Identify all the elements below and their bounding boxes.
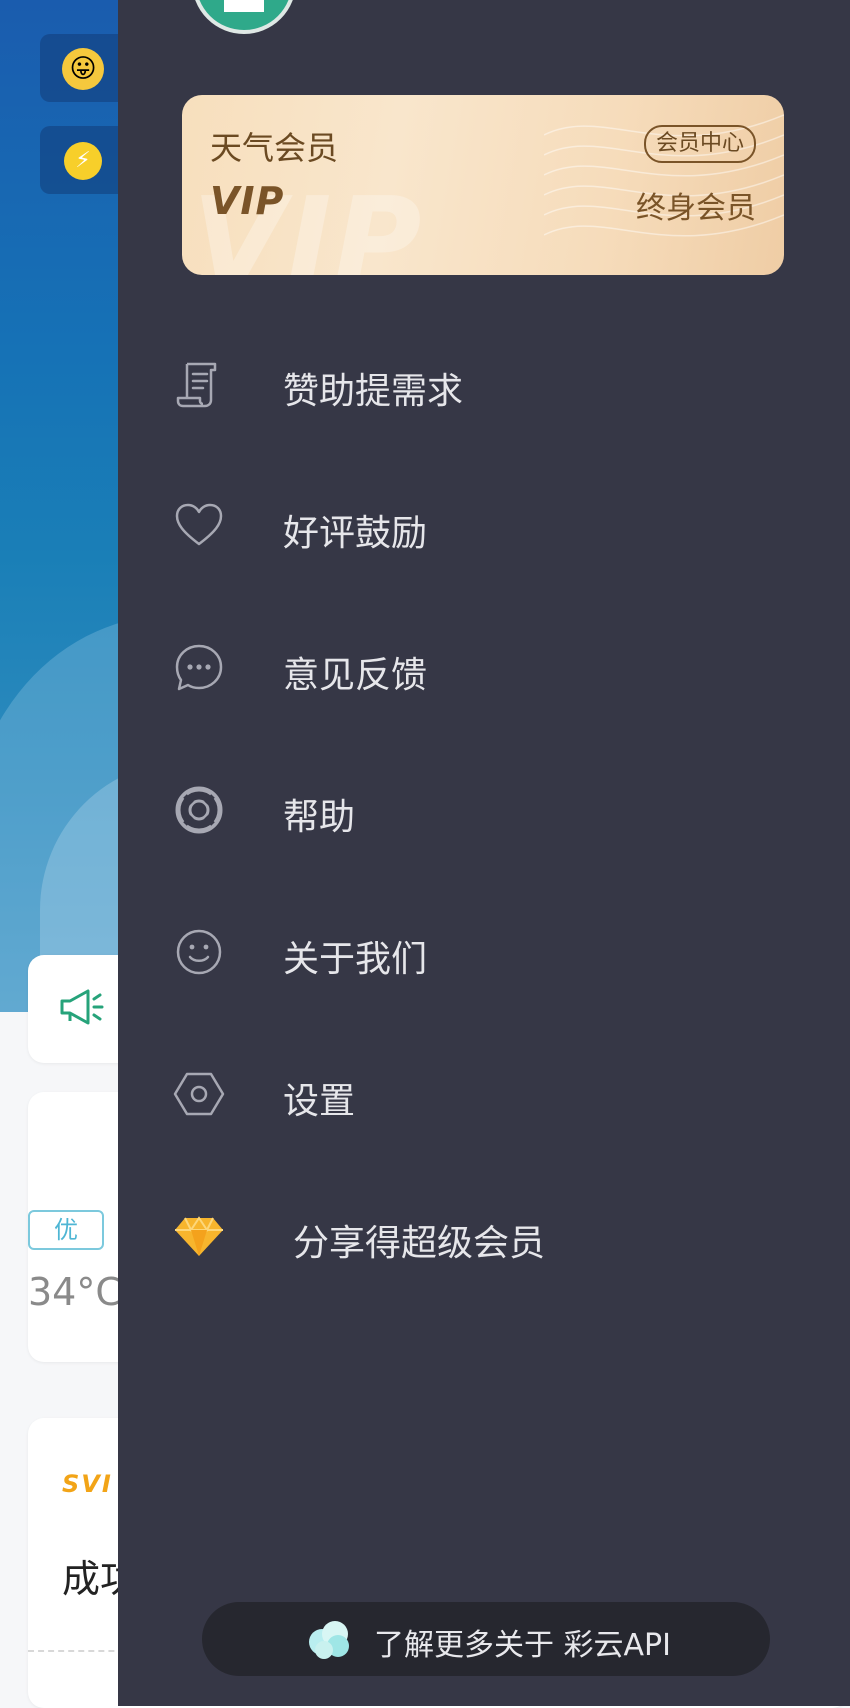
menu-item-label: 关于我们 — [283, 939, 428, 980]
lifebuoy-icon — [175, 786, 223, 834]
menu-item-about[interactable]: 关于我们 — [173, 912, 773, 992]
avatar[interactable] — [192, 0, 296, 34]
menu-item-label: 意见反馈 — [283, 655, 428, 696]
side-drawer: VIP 天气会员 VIP 会员中心 终身会员 赞助提需求 好评鼓励 意见反馈 帮… — [118, 0, 850, 1706]
heart-icon — [175, 503, 223, 546]
megaphone-icon — [60, 989, 104, 1025]
hexagon-gear-icon — [173, 1072, 225, 1116]
vip-logo: VIP — [210, 179, 285, 223]
aqi-badge: 优 — [28, 1210, 104, 1250]
receipt-icon — [176, 362, 217, 408]
avatar-figure — [224, 0, 264, 12]
vip-card[interactable]: VIP 天气会员 VIP 会员中心 终身会员 — [182, 95, 784, 275]
diamond-icon — [175, 1216, 223, 1256]
vip-title: 天气会员 — [210, 129, 339, 167]
caiyun-api-link[interactable]: 了解更多关于 彩云API — [202, 1602, 770, 1676]
menu-item-label: 帮助 — [283, 797, 356, 838]
menu-item-sponsor[interactable]: 赞助提需求 — [173, 344, 773, 424]
smiley-emoji-icon: 😛 — [62, 48, 104, 90]
menu-item-share[interactable]: 分享得超级会员 — [173, 1196, 773, 1276]
menu-item-label: 分享得超级会员 — [293, 1223, 546, 1264]
chat-bubble-icon — [175, 644, 223, 691]
menu-item-label: 设置 — [283, 1081, 356, 1122]
menu-item-label: 好评鼓励 — [283, 513, 428, 554]
member-center-button[interactable]: 会员中心 — [643, 125, 756, 163]
lightning-icon: ⚡ — [64, 142, 102, 180]
menu-item-rate[interactable]: 好评鼓励 — [173, 486, 773, 566]
smiley-icon — [176, 929, 222, 975]
menu-item-feedback[interactable]: 意见反馈 — [173, 628, 773, 708]
menu-item-label: 赞助提需求 — [283, 371, 464, 412]
api-link-label: 了解更多关于 彩云API — [374, 1628, 671, 1663]
vip-status: 终身会员 — [636, 191, 756, 226]
cloud-icon — [309, 1621, 349, 1659]
svip-logo: SVI — [62, 1470, 113, 1498]
menu-item-help[interactable]: 帮助 — [173, 770, 773, 850]
menu-item-settings[interactable]: 设置 — [173, 1054, 773, 1134]
temperature-text: 34°C — [28, 1270, 122, 1314]
